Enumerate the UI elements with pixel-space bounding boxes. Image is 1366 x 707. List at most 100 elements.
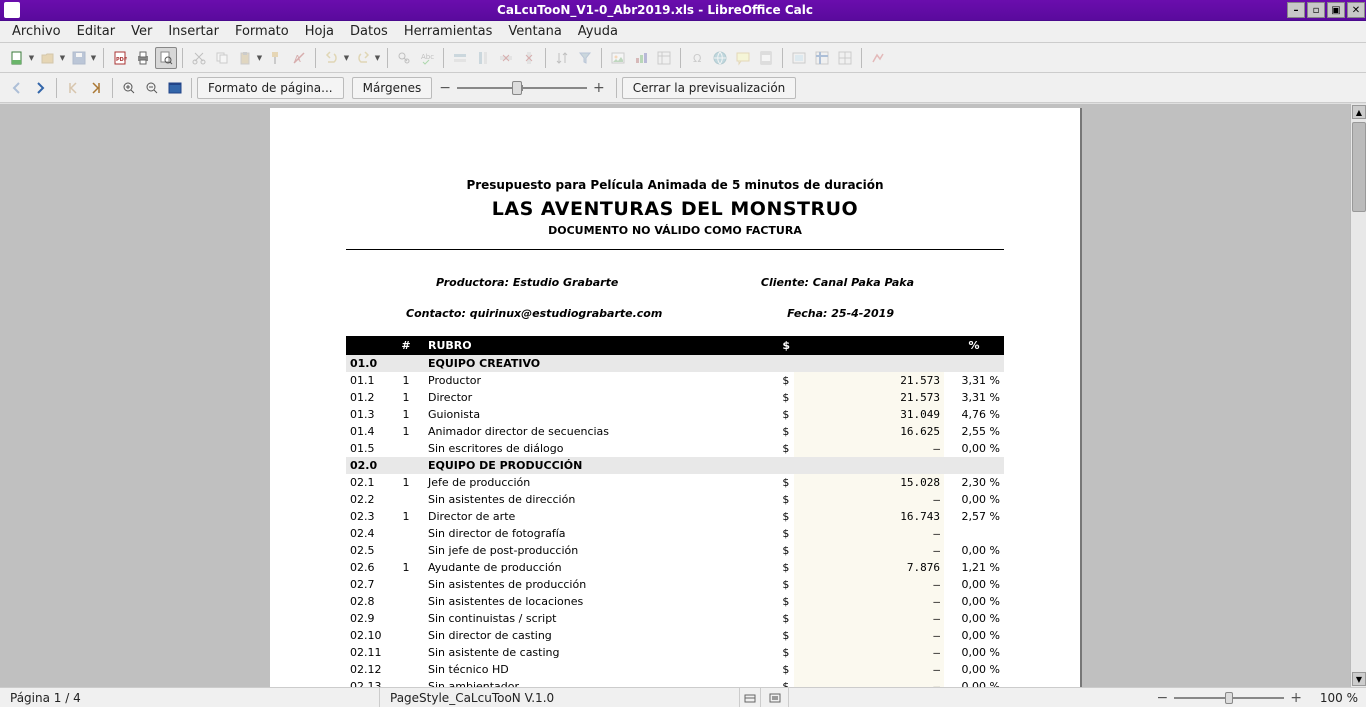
paste-icon[interactable] (234, 47, 256, 69)
zoom-in-icon[interactable] (118, 77, 140, 99)
th-amt (794, 336, 944, 355)
undo-icon[interactable] (321, 47, 343, 69)
app-icon (4, 2, 20, 18)
insert-row-icon[interactable] (449, 47, 471, 69)
freeze-icon[interactable] (811, 47, 833, 69)
new-doc-icon[interactable] (6, 47, 28, 69)
preview-area: Presupuesto para Película Animada de 5 m… (0, 104, 1350, 687)
menu-insertar[interactable]: Insertar (160, 21, 227, 42)
th-blank (346, 336, 388, 355)
scale-minus-icon[interactable]: − (439, 80, 451, 96)
sort-icon[interactable] (551, 47, 573, 69)
zoom-slider[interactable] (1174, 697, 1284, 699)
draw-functions-icon[interactable] (867, 47, 889, 69)
table-row: 01.0EQUIPO CREATIVO (346, 355, 1004, 372)
margins-button[interactable]: Márgenes (352, 77, 433, 99)
export-pdf-icon[interactable]: PDF (109, 47, 131, 69)
scale-thumb[interactable] (512, 81, 522, 95)
svg-text:Abc: Abc (421, 53, 434, 61)
prev-page-icon[interactable] (6, 77, 28, 99)
doc-cliente: Cliente: Canal Paka Paka (761, 276, 914, 289)
open-icon[interactable] (37, 47, 59, 69)
table-row: 02.2Sin asistentes de dirección$–0,00 % (346, 491, 1004, 508)
vertical-scrollbar[interactable]: ▲ ▼ (1350, 104, 1366, 687)
insert-special-icon[interactable]: Ω (686, 47, 708, 69)
redo-dropdown[interactable]: ▼ (373, 47, 382, 69)
table-row: 02.5Sin jefe de post-producción$–0,00 % (346, 542, 1004, 559)
zoom-thumb[interactable] (1225, 692, 1233, 704)
insert-comment-icon[interactable] (732, 47, 754, 69)
zoom-plus-icon[interactable]: + (1290, 690, 1302, 706)
doc-contacto: Contacto: quirinux@estudiograbarte.com (406, 307, 662, 320)
redo-icon[interactable] (352, 47, 374, 69)
save-icon[interactable] (68, 47, 90, 69)
insert-image-icon[interactable] (607, 47, 629, 69)
scale-plus-icon[interactable]: + (593, 80, 605, 96)
scroll-down-icon[interactable]: ▼ (1352, 672, 1366, 686)
delete-col-icon[interactable] (518, 47, 540, 69)
paste-dropdown[interactable]: ▼ (255, 47, 264, 69)
insert-pivot-icon[interactable] (653, 47, 675, 69)
split-window-icon[interactable] (834, 47, 856, 69)
menu-archivo[interactable]: Archivo (4, 21, 69, 42)
doc-pretitle: Presupuesto para Película Animada de 5 m… (346, 178, 1004, 192)
status-pagestyle[interactable]: PageStyle_CaLcuTooN V.1.0 (380, 688, 740, 707)
maximize-button[interactable]: ▣ (1327, 2, 1345, 18)
th-pct: % (944, 336, 1004, 355)
last-page-icon[interactable] (85, 77, 107, 99)
menu-editar[interactable]: Editar (69, 21, 124, 42)
define-range-icon[interactable] (788, 47, 810, 69)
restore-button[interactable]: ▫ (1307, 2, 1325, 18)
table-row: 01.31Guionista$31.0494,76 % (346, 406, 1004, 423)
standard-toolbar: ▼ ▼ ▼ PDF ▼ A ▼ ▼ Abc Ω (0, 43, 1366, 73)
save-dropdown[interactable]: ▼ (89, 47, 98, 69)
menu-ventana[interactable]: Ventana (500, 21, 569, 42)
scaling-slider[interactable]: − + (439, 80, 604, 96)
menu-ver[interactable]: Ver (123, 21, 160, 42)
close-button[interactable]: ✕ (1347, 2, 1365, 18)
minimize-button[interactable]: – (1287, 2, 1305, 18)
insert-hyperlink-icon[interactable] (709, 47, 731, 69)
status-insert-mode[interactable] (740, 688, 761, 707)
th-num: # (388, 336, 424, 355)
insert-chart-icon[interactable] (630, 47, 652, 69)
table-row: 01.11Productor$21.5733,31 % (346, 372, 1004, 389)
print-icon[interactable] (132, 47, 154, 69)
first-page-icon[interactable] (62, 77, 84, 99)
scroll-thumb[interactable] (1352, 122, 1366, 212)
delete-row-icon[interactable] (495, 47, 517, 69)
menu-herramientas[interactable]: Herramientas (396, 21, 501, 42)
table-row: 02.4Sin director de fotografía$– (346, 525, 1004, 542)
status-blank (789, 688, 1149, 707)
menu-datos[interactable]: Datos (342, 21, 396, 42)
spellcheck-icon[interactable]: Abc (416, 47, 438, 69)
status-selection-mode[interactable] (761, 688, 789, 707)
menu-ayuda[interactable]: Ayuda (570, 21, 626, 42)
page-format-button[interactable]: Formato de página... (197, 77, 344, 99)
zoom-minus-icon[interactable]: − (1157, 690, 1169, 706)
fullscreen-icon[interactable] (164, 77, 186, 99)
print-preview-icon[interactable] (155, 47, 177, 69)
cut-icon[interactable] (188, 47, 210, 69)
scale-track[interactable] (457, 87, 587, 89)
budget-table: # RUBRO $ % 01.0EQUIPO CREATIVO01.11Prod… (346, 336, 1004, 687)
new-doc-dropdown[interactable]: ▼ (27, 47, 36, 69)
menu-formato[interactable]: Formato (227, 21, 297, 42)
find-replace-icon[interactable] (393, 47, 415, 69)
scroll-up-icon[interactable]: ▲ (1352, 105, 1366, 119)
autofilter-icon[interactable] (574, 47, 596, 69)
next-page-icon[interactable] (29, 77, 51, 99)
clone-format-icon[interactable] (265, 47, 287, 69)
zoom-out-icon[interactable] (141, 77, 163, 99)
menu-hoja[interactable]: Hoja (297, 21, 342, 42)
doc-title: LAS AVENTURAS DEL MONSTRUO (346, 198, 1004, 220)
table-row: 02.31Director de arte$16.7432,57 % (346, 508, 1004, 525)
close-preview-button[interactable]: Cerrar la previsualización (622, 77, 797, 99)
headers-footers-icon[interactable] (755, 47, 777, 69)
undo-dropdown[interactable]: ▼ (342, 47, 351, 69)
open-dropdown[interactable]: ▼ (58, 47, 67, 69)
clear-format-icon[interactable]: A (288, 47, 310, 69)
copy-icon[interactable] (211, 47, 233, 69)
zoom-value[interactable]: 100 % (1308, 691, 1358, 705)
insert-col-icon[interactable] (472, 47, 494, 69)
